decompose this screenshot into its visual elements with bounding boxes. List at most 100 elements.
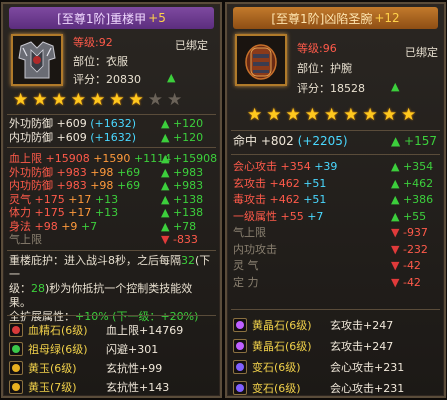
- compare-value: +138: [172, 206, 204, 219]
- compare-value: -833: [172, 233, 198, 246]
- item-level: 等级:96: [297, 40, 337, 56]
- compare-value: +354: [402, 160, 434, 173]
- stat-compare: ▲ +983: [161, 179, 203, 193]
- base-stat-row: 内功防御 +609 (+1632) ▲ +120: [9, 131, 214, 145]
- stat-name: 内功防御: [9, 179, 53, 192]
- compare-value: +983: [172, 179, 204, 192]
- divider: [231, 154, 440, 155]
- compare-value: +78: [172, 219, 197, 233]
- stat-value: +15908: [45, 152, 90, 165]
- right-item-tooltip: ✦ ✦ [至尊1阶]凶陷圣腕+12 等级:96 已绑定 部位：护腕 评分：185…: [225, 2, 446, 398]
- extended-stats: 血上限 +15908 +1590 +1114 ▲ +15908 外功防御 +983 …: [9, 152, 217, 247]
- stat-name: 会心攻击: [233, 160, 277, 173]
- gem-name: 变石(6级): [252, 360, 301, 374]
- compare-value: +983: [172, 165, 204, 179]
- stat-bonus: +1590: [93, 152, 131, 165]
- compare-value: -937: [402, 226, 428, 239]
- enhance-level: +5: [148, 11, 166, 25]
- stat-name: 气上限: [9, 233, 42, 246]
- stat-name: 玄攻击: [233, 176, 266, 190]
- divider: [231, 309, 440, 310]
- gem-stat: 玄抗性+99: [106, 361, 163, 375]
- item-icon: [235, 34, 287, 86]
- down-arrow-icon: ▼: [391, 226, 400, 239]
- item-slot: 部位：护腕: [297, 62, 352, 75]
- stat-compare: ▲ +120: [161, 130, 204, 144]
- stat-name: 体力: [9, 206, 31, 219]
- stat-name: 身法: [9, 219, 31, 233]
- star-rating: ★ ★ ★ ★ ★ ★ ★ ★ ★: [13, 91, 182, 109]
- desc-text: 重楼庇护：进入战斗8秒，之后每隔: [9, 254, 181, 267]
- gem-dot: [12, 344, 20, 353]
- level-label: 等级:: [297, 42, 323, 55]
- stat-compare: ▲ +78: [161, 220, 196, 234]
- gem-icon: [233, 338, 247, 353]
- divider: [231, 130, 440, 131]
- bound-status: 已绑定: [405, 46, 438, 59]
- gem-dot: [12, 382, 20, 391]
- stat-compare: ▼ -42: [391, 275, 421, 292]
- score-up-arrow-icon: ▲: [391, 80, 400, 93]
- gem-slot: 变石(6级) 会心攻击+231: [233, 357, 440, 376]
- item-score: 评分：18528: [297, 82, 365, 95]
- compare-value: -42: [402, 275, 421, 289]
- stat-bonus: +17: [68, 192, 92, 206]
- ext-stat-row: 灵气 +175 +17 +13 ▲ +138: [9, 193, 214, 207]
- base-stats: 外功防御 +609 (+1632) ▲ +120 内功防御 +609 (+163…: [9, 117, 214, 144]
- stat-bonus: +13: [94, 206, 119, 219]
- gem-stat: 血上限+14769: [106, 323, 184, 337]
- gem-stat: 玄攻击+247: [330, 339, 394, 353]
- star-filled-icon: ★: [266, 105, 282, 125]
- compare-value: +157: [404, 134, 438, 148]
- compare-value: -42: [402, 259, 421, 272]
- stat-bonus: +17: [68, 206, 92, 219]
- gem-name: 黄玉(6级): [28, 361, 77, 375]
- gem-dot: [236, 362, 244, 371]
- gem-slot: 黄玉(6级) 玄抗性+99: [9, 358, 216, 377]
- down-arrow-icon: ▼: [391, 275, 400, 289]
- stat-name: 外功防御: [9, 117, 53, 130]
- stat-name: 血上限: [9, 152, 42, 165]
- gem-stat: 玄抗性+143: [106, 380, 170, 394]
- compare-value: +138: [172, 192, 204, 206]
- bound-status: 已绑定: [175, 39, 208, 52]
- stat-name: 灵气: [9, 192, 31, 206]
- stat-bonus: +51: [303, 193, 327, 206]
- star-empty-icon: ★: [167, 90, 183, 110]
- gem-stat: 会心攻击+231: [330, 360, 405, 374]
- stat-bonus: (+1632): [90, 117, 137, 130]
- desc-number: 28: [31, 282, 45, 295]
- stat-name: 毒攻击: [233, 193, 266, 206]
- ext-stat-row: 定 力 ▼ -42: [233, 275, 438, 292]
- gem-stat: 玄攻击+247: [330, 318, 394, 332]
- divider: [7, 315, 216, 316]
- star-filled-icon: ★: [324, 105, 340, 125]
- desc-line: 级：28)秒为你抵抗一个控制类技能效: [9, 282, 214, 296]
- stat-value: +462: [269, 193, 300, 206]
- stat-compare: ▲ +354: [391, 159, 433, 176]
- ext-stat-row: 毒攻击 +462 +51 ▲ +386: [233, 192, 438, 209]
- compare-value: +55: [402, 209, 427, 223]
- ext-stat-row: 外功防御 +983 +98 +69 ▲ +983: [9, 166, 214, 180]
- ext-stat-row: 身法 +98 +9 +7 ▲ +78: [9, 220, 214, 234]
- stat-name: 一级属性: [233, 209, 277, 223]
- stat-value: +609: [56, 117, 87, 130]
- star-filled-icon: ★: [51, 90, 67, 110]
- stat-compare: ▼ -42: [391, 258, 421, 275]
- item-name: [至尊1阶]重楼甲: [57, 11, 147, 26]
- gem-dot: [12, 325, 20, 334]
- up-arrow-icon: ▲: [391, 193, 400, 206]
- star-filled-icon: ★: [362, 105, 378, 125]
- gem-stat: 闪避+301: [106, 342, 159, 356]
- stat-compare: ▼ -232: [391, 242, 428, 259]
- compare-value: +120: [172, 130, 204, 144]
- star-filled-icon: ★: [70, 90, 86, 110]
- ext-stat-row: 气上限 ▼ -833: [9, 233, 214, 247]
- stat-compare: ▲ +138: [161, 206, 203, 220]
- stat-bonus: (+2205): [297, 134, 348, 148]
- down-arrow-icon: ▼: [391, 259, 400, 272]
- stat-compare: ▲ +386: [391, 192, 433, 209]
- stat-bonus: +39: [314, 160, 338, 173]
- gem-name: 黄晶石(6级): [252, 318, 312, 332]
- bracer-icon: [237, 36, 285, 84]
